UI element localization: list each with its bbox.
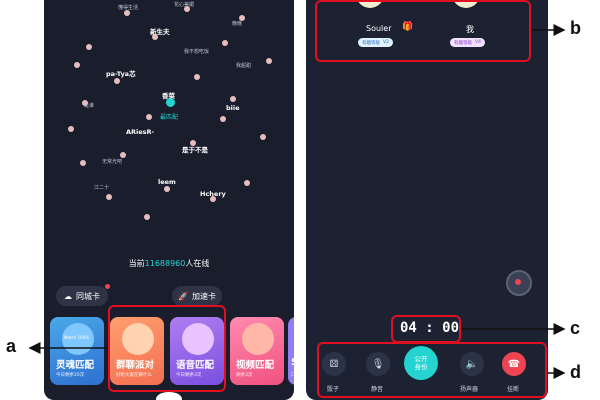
annotation-arrows — [28, 24, 566, 379]
annotation-label-b: b — [570, 18, 581, 38]
annotation-label-d: d — [570, 362, 581, 382]
annotation-label-a: a — [6, 336, 17, 356]
annotation-label-c: c — [570, 318, 581, 338]
